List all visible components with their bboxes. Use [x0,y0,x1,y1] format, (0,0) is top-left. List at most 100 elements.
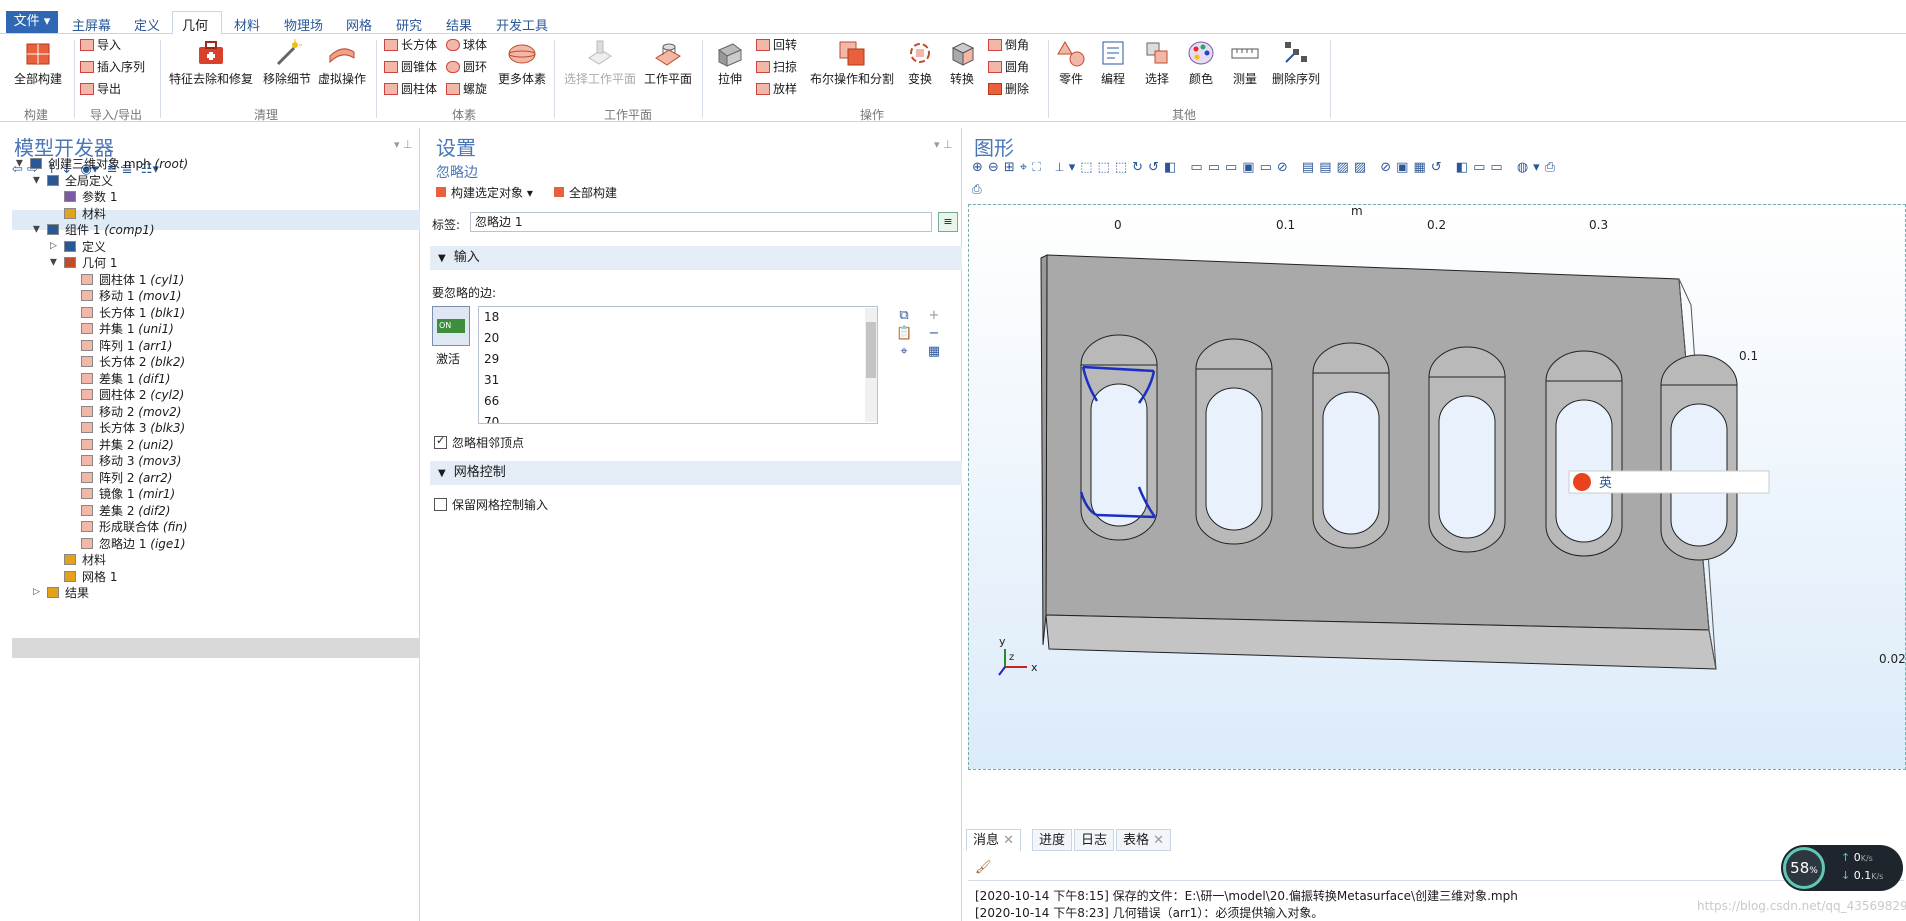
hide-icon[interactable]: ⊘ [1277,160,1293,175]
close-icon[interactable]: ✕ [1003,833,1014,848]
edge-list-item[interactable]: 70 [484,415,499,423]
paste-selection-icon[interactable]: 📋 [896,326,912,342]
print-graphics-icon[interactable]: ⎙ [972,182,982,197]
section-mesh-control[interactable]: ▼ 网格控制 [430,461,962,485]
zoom-out-icon[interactable]: ⊖ [988,160,1004,175]
zoom-to-selection-icon[interactable]: ⌖ [896,344,912,360]
section-input[interactable]: ▼ 输入 [430,246,962,270]
more-views-icon[interactable]: ▭ [1490,160,1507,175]
parts-button[interactable]: 零件 [1054,38,1088,87]
programming-button[interactable]: 编程 [1096,38,1130,87]
workplane-button[interactable]: 工作平面 [640,38,696,87]
select-boundaries-icon[interactable]: ▭ [1225,160,1242,175]
tab-progress[interactable]: 进度 [1032,829,1073,851]
select-workplane-button[interactable]: 选择工作平面 [562,38,638,87]
tree-expand-arrow-icon[interactable]: ▲ [33,175,40,185]
tab-mesh[interactable]: 网格 [346,15,372,34]
edge-list-scrollbar[interactable] [865,308,877,422]
panel-menu-icon[interactable]: ▾ ⊥ [394,138,413,151]
view-xy-icon[interactable]: ⬚ [1080,160,1097,175]
select-box-icon[interactable]: ▭ [1190,160,1207,175]
tab-physics[interactable]: 物理场 [284,15,323,34]
zoom-box-icon[interactable]: ⊞ [1004,160,1020,175]
selections-button[interactable]: 选择 [1140,38,1174,87]
edge-list-item[interactable]: 31 [484,373,499,387]
camera-icon[interactable]: ◧ [1164,160,1181,175]
boolean-partitions-button[interactable]: 布尔操作和分割 [806,38,898,87]
sphere-button[interactable]: 球体 [446,36,487,54]
graphics-canvas[interactable]: 0 0.1 0.2 0.3 m 0.1 0.02 x y z 英 [968,204,1906,770]
select-edges-icon[interactable]: ▣ [1242,160,1259,175]
tab-table[interactable]: 表格 ✕ [1116,829,1172,851]
clip-icon[interactable]: ▭ [1473,160,1490,175]
torus-button[interactable]: 圆环 [446,58,487,76]
sweep-button[interactable]: 扫掠 [756,58,797,76]
edge-list-item[interactable]: 66 [484,394,499,408]
revolve-button[interactable]: 回转 [756,36,797,54]
keep-mesh-checkbox[interactable]: 保留网格控制输入 [434,496,548,513]
edge-list-item[interactable]: 20 [484,331,499,345]
color-table-icon[interactable]: ◍▾ [1517,160,1545,175]
transparency-icon[interactable]: ▨ [1354,160,1371,175]
tab-home[interactable]: 主屏幕 [72,15,111,34]
wireframe-icon[interactable]: ⊘ [1380,160,1396,175]
build-selected-button[interactable]: 构建选定对象 ▾ [436,184,533,201]
virtual-operations-button[interactable]: 虚拟操作 [314,38,370,87]
clear-messages-icon[interactable]: 🖌 [975,860,992,875]
views-icon[interactable]: ◧ [1456,160,1473,175]
fillet-button[interactable]: 圆角 [988,58,1029,76]
build-all-settings-button[interactable]: 全部构建 [554,184,617,201]
cylinder-button[interactable]: 圆柱体 [384,80,437,98]
active-toggle-button[interactable]: ON [432,306,470,346]
cone-button[interactable]: 圆锥体 [384,58,437,76]
block-button[interactable]: 长方体 [384,36,437,54]
remove-from-selection-icon[interactable]: − [926,326,942,342]
image-snapshot-icon[interactable]: ▤ [1302,160,1319,175]
tab-study[interactable]: 研究 [396,15,422,34]
more-primitives-button[interactable]: 更多体素 [496,38,548,87]
tree-expand-arrow-icon[interactable]: ▲ [16,158,23,168]
tab-results[interactable]: 结果 [446,15,472,34]
axes-icon[interactable]: ⟂▾ [1055,160,1080,175]
view-zx-icon[interactable]: ⬚ [1115,160,1132,175]
edge-list-item[interactable]: 18 [484,310,499,324]
zoom-selected-icon[interactable]: ⌖ [1020,160,1032,175]
scene-light-icon[interactable]: ▨ [1337,160,1354,175]
select-points-icon[interactable]: ▭ [1260,160,1277,175]
edge-list-item[interactable]: 29 [484,352,499,366]
tree-expand-arrow-icon[interactable]: ▷ [50,241,57,251]
network-monitor[interactable]: 58% ↑ 0K/s ↓ 0.1K/s [1781,845,1903,891]
measure-button[interactable]: 测量 [1228,38,1262,87]
build-all-button[interactable]: 全部构建 [10,38,66,87]
close-icon[interactable]: ✕ [1153,833,1164,848]
delete-entities-button[interactable]: 删除 [988,80,1029,98]
rotate-icon[interactable]: ↻ [1132,160,1148,175]
view-yz-icon[interactable]: ⬚ [1098,160,1115,175]
delete-sequence-button[interactable]: 删除序列 [1268,38,1324,87]
conversions-button[interactable]: 转换 [942,38,982,87]
clear-selection-icon[interactable]: ▦ [926,344,942,360]
chamfer-button[interactable]: 倒角 [988,36,1029,54]
ignore-vertices-checkbox[interactable]: 忽略相邻顶点 [434,434,524,451]
render-icon[interactable]: ▣ [1396,160,1413,175]
feature-removal-button[interactable]: 特征去除和修复 [166,38,256,87]
colors-button[interactable]: 颜色 [1184,38,1218,87]
label-field[interactable]: 忽略边 1 [470,212,932,232]
file-menu-button[interactable]: 文件 ▾ [6,11,58,33]
transforms-button[interactable]: 变换 [900,38,940,87]
loft-button[interactable]: 放样 [756,80,797,98]
screenshot-icon[interactable]: ⎙ [1545,160,1560,175]
extrude-button[interactable]: 拉伸 [710,38,750,87]
tab-materials[interactable]: 材料 [234,15,260,34]
tab-messages[interactable]: 消息 ✕ [966,829,1022,851]
scrollbar-thumb[interactable] [866,322,876,378]
remove-details-button[interactable]: 移除细节 [260,38,314,87]
tab-log[interactable]: 日志 [1074,829,1115,851]
export-button[interactable]: 导出 [80,80,121,98]
tree-expand-arrow-icon[interactable]: ▲ [33,224,40,234]
add-to-selection-icon[interactable]: + [926,308,942,324]
tree-expand-arrow-icon[interactable]: ▷ [33,587,40,597]
tree-node[interactable]: 结果 [47,583,89,603]
grid-icon[interactable]: ▦ [1413,160,1430,175]
print-icon[interactable]: ▤ [1319,160,1336,175]
